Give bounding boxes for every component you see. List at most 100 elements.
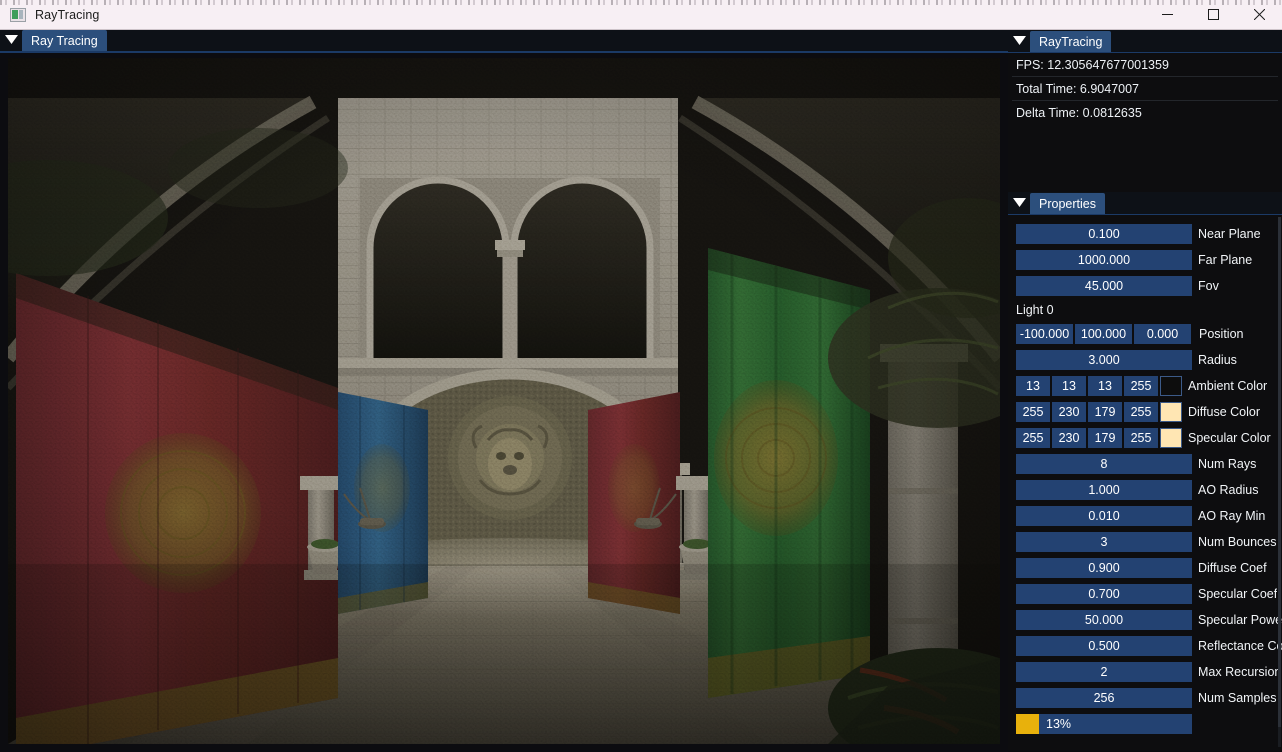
viewport-tabbar: Ray Tracing [0, 30, 1008, 53]
light-position-y-input[interactable]: 100.000 [1075, 324, 1132, 344]
diffuse-color-label: Diffuse Color [1188, 405, 1261, 419]
window-controls [1144, 0, 1282, 30]
properties-scrollbar[interactable] [1278, 217, 1281, 747]
ambient-color-r-input[interactable]: 13 [1016, 376, 1050, 396]
diffuse-color-r-input[interactable]: 255 [1016, 402, 1050, 422]
close-button[interactable] [1236, 0, 1282, 30]
window-titlebar[interactable]: RayTracing [0, 0, 1282, 30]
specular-color-swatch[interactable] [1160, 428, 1182, 448]
near-plane-input[interactable]: 0.100 [1016, 224, 1192, 244]
properties-collapse-button[interactable] [1008, 191, 1030, 214]
ambient-color-a-input[interactable]: 255 [1124, 376, 1158, 396]
light-position-x-input[interactable]: -100.000 [1016, 324, 1073, 344]
tab-properties[interactable]: Properties [1030, 193, 1105, 214]
raytraced-scene [8, 58, 1000, 744]
diffuse-color-a-input[interactable]: 255 [1124, 402, 1158, 422]
property-row-ao-radius: 1.000 AO Radius [1008, 477, 1282, 503]
diffuse-color-swatch[interactable] [1160, 402, 1182, 422]
diffuse-color-b-input[interactable]: 179 [1088, 402, 1122, 422]
property-row-light-radius: 3.000 Radius [1008, 347, 1282, 373]
properties-scrollbar-thumb[interactable] [1278, 217, 1281, 727]
light-radius-input[interactable]: 3.000 [1016, 350, 1192, 370]
property-row-diffuse-color: 255 230 179 255 Diffuse Color [1008, 399, 1282, 425]
tab-raytracing-stats[interactable]: RayTracing [1030, 31, 1112, 52]
specular-color-r-input[interactable]: 255 [1016, 428, 1050, 448]
max-recursion-label: Max Recursion [1198, 665, 1282, 679]
property-row-ao-ray-min: 0.010 AO Ray Min [1008, 503, 1282, 529]
stats-panel-tabbar: RayTracing [1008, 30, 1282, 53]
specular-color-g-input[interactable]: 230 [1052, 428, 1086, 448]
property-row-ambient-color: 13 13 13 255 Ambient Color [1008, 373, 1282, 399]
far-plane-label: Far Plane [1198, 253, 1253, 267]
num-bounces-label: Num Bounces [1198, 535, 1277, 549]
ambient-color-b-input[interactable]: 13 [1088, 376, 1122, 396]
property-row-fov: 45.000 Fov [1008, 273, 1282, 299]
specular-coef-label: Specular Coef [1198, 587, 1278, 601]
property-row-diffuse-coef: 0.900 Diffuse Coef [1008, 555, 1282, 581]
minimize-button[interactable] [1144, 0, 1190, 30]
far-plane-input[interactable]: 1000.000 [1016, 250, 1192, 270]
near-plane-label: Near Plane [1198, 227, 1261, 241]
num-rays-input[interactable]: 8 [1016, 454, 1192, 474]
num-samples-label: Num Samples [1198, 691, 1277, 705]
triangle-down-icon [4, 35, 18, 44]
stat-delta-time: Delta Time: 0.0812635 [1016, 106, 1142, 120]
ambient-color-swatch[interactable] [1160, 376, 1182, 396]
ao-radius-label: AO Radius [1198, 483, 1259, 497]
ao-ray-min-input[interactable]: 0.010 [1016, 506, 1192, 526]
max-recursion-input[interactable]: 2 [1016, 662, 1192, 682]
property-row-specular-color: 255 230 179 255 Specular Color [1008, 425, 1282, 451]
triangle-down-icon [1012, 36, 1026, 45]
light-position-z-input[interactable]: 0.000 [1134, 324, 1191, 344]
property-row-max-recursion: 2 Max Recursion [1008, 659, 1282, 685]
property-row-num-rays: 8 Num Rays [1008, 451, 1282, 477]
application-window: RayTracing Ray Tracing RayTracing FPS: 1… [0, 0, 1282, 752]
specular-coef-input[interactable]: 0.700 [1016, 584, 1192, 604]
render-progress-label: 13% [1046, 717, 1072, 731]
specular-color-b-input[interactable]: 179 [1088, 428, 1122, 448]
diffuse-coef-input[interactable]: 0.900 [1016, 558, 1192, 578]
fov-label: Fov [1198, 279, 1219, 293]
num-samples-input[interactable]: 256 [1016, 688, 1192, 708]
stat-total-time: Total Time: 6.9047007 [1012, 77, 1278, 101]
num-rays-label: Num Rays [1198, 457, 1257, 471]
reflectance-coef-input[interactable]: 0.500 [1016, 636, 1192, 656]
property-row-specular-power: 50.000 Specular Power [1008, 607, 1282, 633]
property-row-reflectance-coef: 0.500 Reflectance Coef [1008, 633, 1282, 659]
diffuse-color-g-input[interactable]: 230 [1052, 402, 1086, 422]
specular-power-input[interactable]: 50.000 [1016, 610, 1192, 630]
property-row-num-bounces: 3 Num Bounces [1008, 529, 1282, 555]
specular-power-label: Specular Power [1198, 613, 1282, 627]
property-row-near-plane: 0.100 Near Plane [1008, 221, 1282, 247]
ao-radius-input[interactable]: 1.000 [1016, 480, 1192, 500]
stats-panel-body: FPS: 12.305647677001359 Total Time: 6.90… [1008, 53, 1282, 192]
viewport-dock: Ray Tracing [0, 30, 1008, 752]
properties-panel-body: 0.100 Near Plane 1000.000 Far Plane 45.0… [1008, 215, 1282, 751]
light-group-label: Light 0 [1016, 303, 1054, 317]
tab-raytracing-stats-label: RayTracing [1039, 34, 1103, 49]
ao-ray-min-label: AO Ray Min [1198, 509, 1266, 523]
num-bounces-input[interactable]: 3 [1016, 532, 1192, 552]
stat-fps: FPS: 12.305647677001359 [1012, 53, 1278, 77]
tab-ray-tracing[interactable]: Ray Tracing [22, 30, 107, 51]
maximize-icon [1207, 9, 1219, 20]
property-row-specular-coef: 0.700 Specular Coef [1008, 581, 1282, 607]
light-radius-label: Radius [1198, 353, 1237, 367]
maximize-button[interactable] [1190, 0, 1236, 30]
specular-color-a-input[interactable]: 255 [1124, 428, 1158, 448]
reflectance-coef-label: Reflectance Coef [1198, 639, 1282, 653]
window-title: RayTracing [35, 7, 100, 22]
ambient-color-label: Ambient Color [1188, 379, 1268, 393]
triangle-down-icon [1012, 198, 1026, 207]
property-row-render-progress: 13% [1008, 711, 1282, 737]
app-icon [10, 7, 26, 22]
render-progress-bar: 13% [1016, 714, 1192, 734]
ambient-color-g-input[interactable]: 13 [1052, 376, 1086, 396]
stats-collapse-button[interactable] [1008, 29, 1030, 52]
render-viewport[interactable] [8, 58, 1000, 744]
property-row-num-samples: 256 Num Samples [1008, 685, 1282, 711]
light-position-label: Position [1199, 327, 1244, 341]
fov-input[interactable]: 45.000 [1016, 276, 1192, 296]
close-icon [1253, 9, 1265, 20]
viewport-collapse-button[interactable] [0, 28, 22, 51]
